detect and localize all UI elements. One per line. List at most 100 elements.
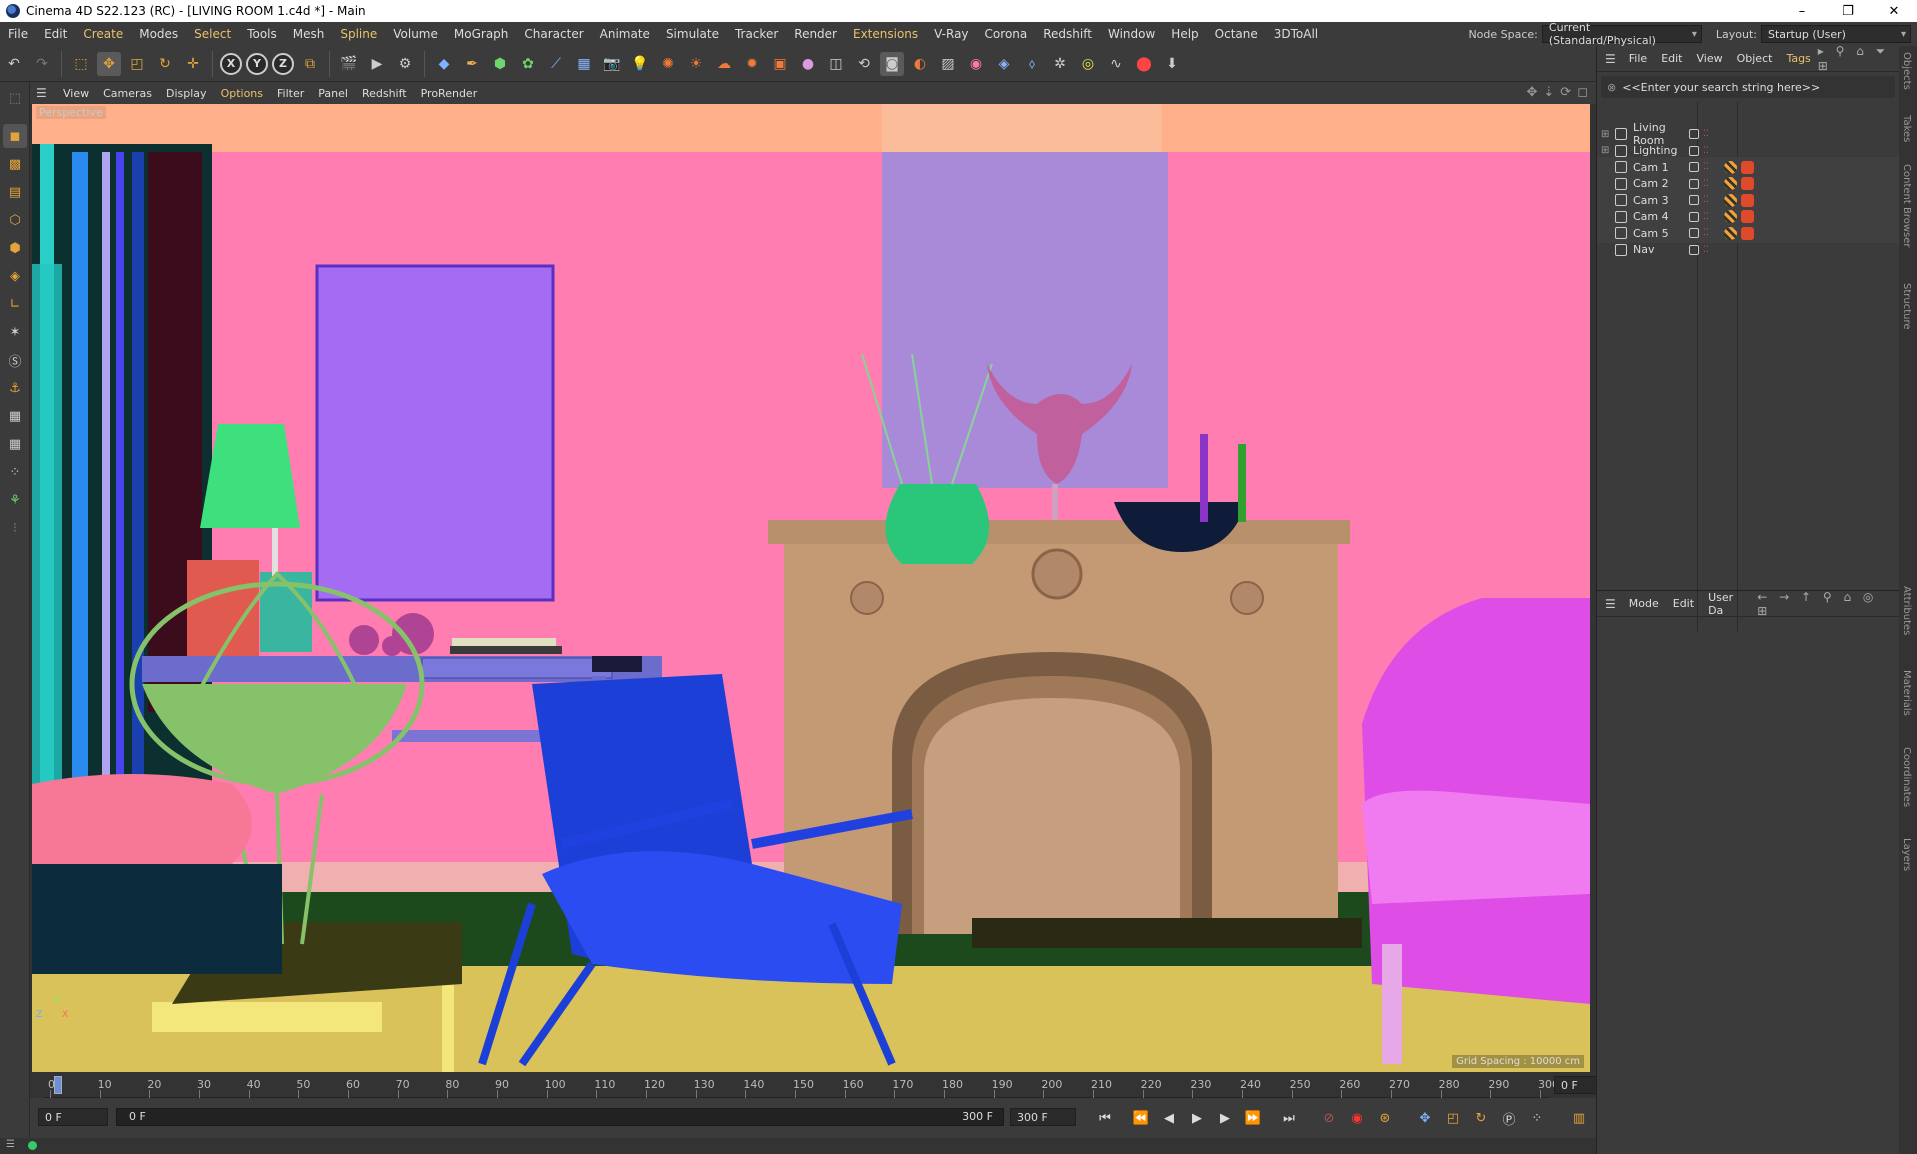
object-name[interactable]: Cam 4: [1633, 210, 1693, 223]
viewport-menu-view[interactable]: View: [56, 87, 96, 100]
viewport-menu-prorender[interactable]: ProRender: [414, 87, 485, 100]
timeline-ruler[interactable]: 0 10 20 30 40 50 60 70 80 90 100 110 120 130 140 150 160…: [30, 1072, 1614, 1098]
make-editable-icon[interactable]: ⬚: [3, 86, 27, 110]
redshift-material-icon[interactable]: ◉: [964, 52, 988, 76]
z-axis-lock-icon[interactable]: Z: [272, 52, 294, 75]
menu-octane[interactable]: Octane: [1207, 27, 1266, 41]
expand-toggle-icon[interactable]: ⊞: [1601, 145, 1615, 156]
redo-icon[interactable]: ↷: [30, 52, 54, 76]
render-picture-viewer-icon[interactable]: ▶: [365, 52, 389, 76]
menu-tools[interactable]: Tools: [239, 27, 285, 41]
playhead-marker[interactable]: [54, 1076, 62, 1094]
objects-menu-tags[interactable]: Tags: [1779, 52, 1817, 65]
attributes-menu-mode[interactable]: Mode: [1622, 597, 1666, 610]
objects-hamburger-icon[interactable]: ☰: [1605, 52, 1616, 66]
rotation-key-icon[interactable]: ↻: [1470, 1107, 1492, 1129]
visibility-dots-icon[interactable]: ⁚⁚: [1703, 245, 1709, 255]
live-selection-icon[interactable]: ⬚: [69, 52, 93, 76]
objects-menu-file[interactable]: File: [1622, 52, 1654, 65]
python-icon[interactable]: ⚘: [3, 488, 27, 512]
menu-simulate[interactable]: Simulate: [658, 27, 727, 41]
point-level-animation-icon[interactable]: ⁘: [1526, 1107, 1548, 1129]
side-tab-coordinates[interactable]: Coordinates: [1901, 747, 1912, 807]
minimize-button[interactable]: –: [1779, 0, 1825, 22]
object-name[interactable]: Cam 2: [1633, 177, 1693, 190]
timeline-window-icon[interactable]: ▥: [1568, 1107, 1590, 1129]
next-key-icon[interactable]: ⏩: [1242, 1107, 1264, 1129]
viewport-menu-redshift[interactable]: Redshift: [355, 87, 414, 100]
orbit-icon[interactable]: ⟳: [1560, 85, 1571, 100]
model-mode-icon[interactable]: ◼: [3, 124, 27, 148]
layer-edit-icon[interactable]: [1689, 195, 1699, 205]
previous-frame-icon[interactable]: ◀: [1158, 1107, 1180, 1129]
more-tools-icon[interactable]: ⁝: [3, 516, 27, 540]
recent-tools-icon[interactable]: ✛: [181, 52, 205, 76]
menu-select[interactable]: Select: [186, 27, 239, 41]
pan-icon[interactable]: ✥: [1526, 85, 1537, 100]
menu-render[interactable]: Render: [786, 27, 845, 41]
render-tag-icon[interactable]: [1741, 177, 1754, 190]
objects-toolbar-icons[interactable]: ▸ ⚲ ⌂ ⏷ ⊞: [1818, 44, 1893, 73]
viewport-menu-filter[interactable]: Filter: [270, 87, 311, 100]
previous-key-icon[interactable]: ⏪: [1130, 1107, 1152, 1129]
move-icon[interactable]: ✥: [97, 51, 121, 76]
redshift-light-icon[interactable]: ◐: [908, 52, 932, 76]
viewport-menu-options[interactable]: Options: [214, 87, 270, 100]
cloner-icon[interactable]: ✿: [516, 52, 540, 76]
object-name[interactable]: Lighting: [1633, 144, 1693, 157]
axis-mode-icon[interactable]: ∟: [3, 292, 27, 316]
octane-script-icon[interactable]: ∿: [1104, 52, 1128, 76]
edges-mode-icon[interactable]: ⬢: [3, 236, 27, 260]
position-key-icon[interactable]: ✥: [1414, 1107, 1436, 1129]
menu-file[interactable]: File: [0, 27, 36, 41]
render-tag-icon[interactable]: [1741, 193, 1754, 207]
menu-character[interactable]: Character: [516, 27, 591, 41]
workplane-mode-icon[interactable]: ▤: [3, 180, 27, 204]
menu-mograph[interactable]: MoGraph: [446, 27, 517, 41]
viewport-hamburger-icon[interactable]: ☰: [36, 86, 50, 100]
preview-range-slider[interactable]: 0 F 300 F: [116, 1108, 1004, 1126]
autokey-icon[interactable]: ◉: [1346, 1107, 1368, 1129]
object-search-field[interactable]: ⊗ <<Enter your search string here>>: [1601, 76, 1895, 98]
menu-spline[interactable]: Spline: [332, 27, 385, 41]
protection-tag-icon[interactable]: [1724, 177, 1737, 190]
octane-camera-icon[interactable]: ◈: [992, 52, 1016, 76]
visibility-dots-icon[interactable]: ⁚⁚: [1703, 129, 1709, 139]
visibility-dots-icon[interactable]: ⁚⁚: [1703, 146, 1709, 156]
points-mode-icon[interactable]: ⬡: [3, 208, 27, 232]
camera-icon[interactable]: 📷: [600, 52, 624, 76]
objects-menu-edit[interactable]: Edit: [1654, 52, 1689, 65]
layout-dropdown[interactable]: Startup (User): [1761, 25, 1911, 43]
keyframe-selection-icon[interactable]: ⊛: [1374, 1107, 1396, 1129]
y-axis-lock-icon[interactable]: Y: [246, 52, 268, 75]
menu-3dtoall[interactable]: 3DToAll: [1266, 27, 1326, 41]
maximize-button[interactable]: ❐: [1825, 0, 1871, 22]
search-clear-icon[interactable]: ⊗: [1607, 81, 1616, 94]
end-frame-field[interactable]: 300 F: [1010, 1108, 1076, 1126]
cube-icon[interactable]: ◆: [432, 52, 456, 76]
material-ball-icon[interactable]: ●: [796, 52, 820, 76]
texture-mode-icon[interactable]: ▩: [3, 152, 27, 176]
redshift-snapshot-icon[interactable]: ◙: [880, 51, 904, 76]
snap-icon[interactable]: ⚓: [3, 376, 27, 400]
redshift-render-view-icon[interactable]: ◫: [824, 52, 848, 76]
menu-extensions[interactable]: Extensions: [845, 27, 926, 41]
protection-tag-icon[interactable]: [1724, 226, 1737, 240]
attributes-nav-icons[interactable]: ← → ↑ ⚲ ⌂ ◎ ⊞: [1757, 590, 1894, 618]
protection-tag-icon[interactable]: [1724, 193, 1737, 207]
polygons-mode-icon[interactable]: ◈: [3, 264, 27, 288]
viewport-menu-cameras[interactable]: Cameras: [96, 87, 159, 100]
solo-mode-icon[interactable]: Ⓢ: [3, 348, 27, 372]
corona-sun-icon[interactable]: ✹: [740, 52, 764, 76]
close-button[interactable]: ✕: [1871, 0, 1917, 22]
floor-icon[interactable]: ▦: [572, 52, 596, 76]
start-frame-field[interactable]: 0 F: [38, 1108, 108, 1126]
node-space-dropdown[interactable]: Current (Standard/Physical): [1541, 21, 1702, 47]
menu-v-ray[interactable]: V-Ray: [926, 27, 976, 41]
menu-help[interactable]: Help: [1163, 27, 1206, 41]
object-name[interactable]: Cam 5: [1633, 227, 1693, 240]
redshift-proxy-icon[interactable]: ▨: [936, 52, 960, 76]
side-tab-materials[interactable]: Materials: [1901, 670, 1912, 716]
perspective-viewport[interactable]: Perspective Grid Spacing : 10000 cm Y Z …: [32, 104, 1590, 1072]
side-tab-attributes[interactable]: Attributes: [1901, 586, 1912, 635]
